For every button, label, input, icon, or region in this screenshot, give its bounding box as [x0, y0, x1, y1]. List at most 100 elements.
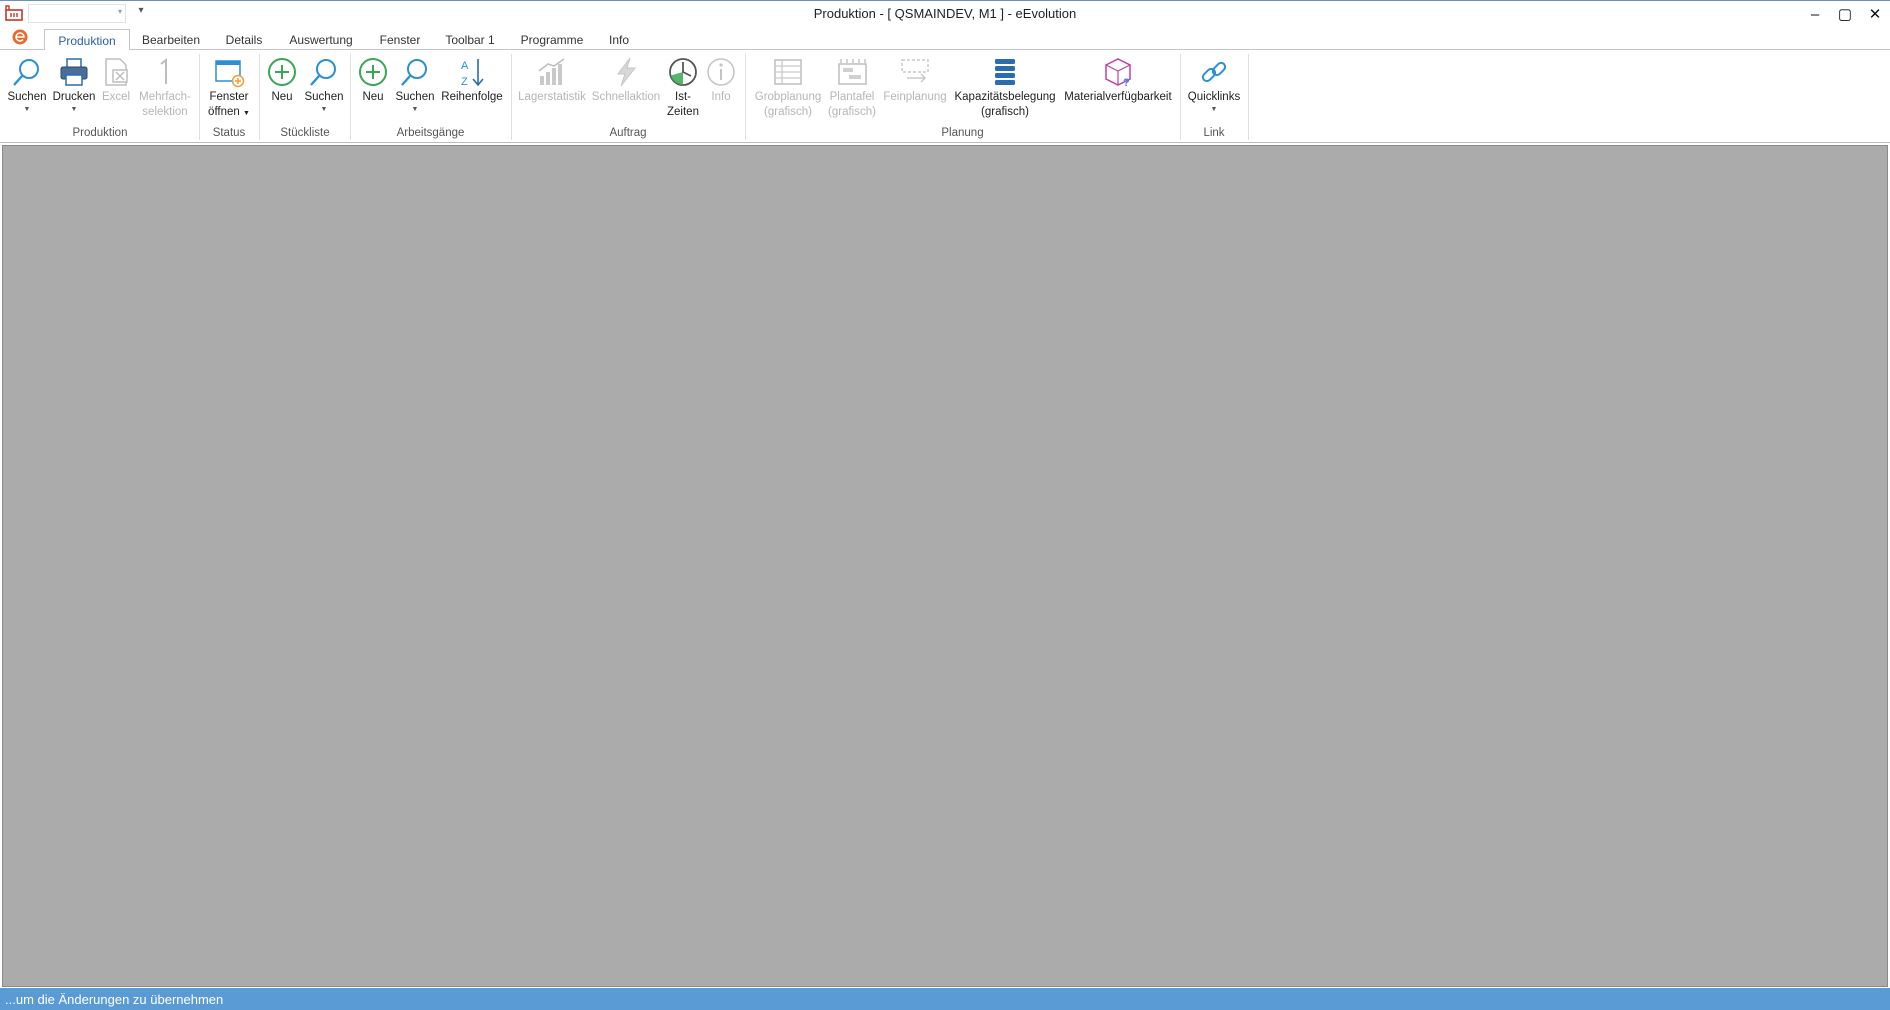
fenster-label-2-row: öffnen ▼ — [203, 105, 255, 121]
fenster-oeffnen-button[interactable]: Fenster öffnen ▼ — [203, 56, 255, 121]
stueckliste-suchen-button[interactable]: Suchen ▼ — [302, 56, 346, 115]
kapazitaetsbelegung-button[interactable]: Kapazitätsbelegung (grafisch) — [952, 56, 1058, 120]
stueckliste-neu-label: Neu — [271, 91, 293, 103]
info-icon — [707, 58, 735, 86]
schnellaktion-button[interactable]: Schnellaktion — [590, 56, 662, 105]
info-button[interactable]: Info — [704, 56, 738, 105]
stueckliste-neu-button[interactable]: Neu — [264, 56, 300, 105]
number-one-icon — [160, 57, 167, 84]
materialverfuegbarkeit-label: Materialverfügbarkeit — [1064, 91, 1172, 103]
info-label: Info — [711, 91, 731, 103]
status-bar: ...um die Änderungen zu übernehmen — [0, 988, 1890, 1010]
mehrfachselektion-label-1: Mehrfach- — [139, 91, 191, 103]
arbeitsgang-neu-button[interactable]: Neu — [355, 56, 391, 105]
grobplanung-button[interactable]: Grobplanung (grafisch) — [750, 56, 826, 120]
tab-info[interactable]: Info — [603, 29, 635, 51]
lagerstatistik-label: Lagerstatistik — [518, 91, 586, 103]
svg-text:Z: Z — [461, 76, 468, 88]
fenster-label-2: öffnen — [208, 106, 240, 118]
excel-icon — [105, 58, 128, 86]
clock-icon — [669, 58, 697, 86]
suchen-label: Suchen — [7, 91, 47, 103]
application-menu-icon[interactable] — [10, 28, 30, 46]
kapazitaetsbelegung-label-1: Kapazitätsbelegung — [954, 91, 1056, 103]
tab-auswertung[interactable]: Auswertung — [285, 29, 357, 51]
feinplanung-button[interactable]: Feinplanung — [880, 56, 950, 105]
schedule-arrow-icon — [901, 59, 929, 83]
search-icon — [310, 59, 336, 86]
group-label-auftrag: Auftrag — [609, 127, 647, 139]
gantt-board-icon — [838, 59, 867, 85]
ribbon: Suchen ▼ Drucken ▼ Excel Mehrfach- selek… — [0, 50, 1890, 143]
chevron-down-icon: ▼ — [23, 106, 31, 113]
chevron-down-icon: ▼ — [1210, 106, 1218, 113]
plantafel-label-2: (grafisch) — [828, 106, 876, 118]
quicklinks-label: Quicklinks — [1187, 91, 1241, 103]
plantafel-button[interactable]: Plantafel (grafisch) — [826, 56, 878, 120]
status-text: ...um die Änderungen zu übernehmen — [5, 992, 224, 1007]
search-icon — [401, 59, 427, 86]
group-label-planung: Planung — [941, 127, 984, 139]
title-bar: ▾ ▾ Produktion - [ QSMAINDEV, M1 ] - eEv… — [0, 0, 1890, 26]
mehrfachselektion-button[interactable]: Mehrfach- selektion — [136, 56, 194, 120]
tab-bearbeiten[interactable]: Bearbeiten — [137, 29, 205, 51]
grobplanung-label-1: Grobplanung — [754, 91, 822, 103]
arbeitsgang-suchen-label: Suchen — [395, 91, 435, 103]
group-label-link: Link — [1203, 127, 1225, 139]
group-label-status: Status — [212, 127, 246, 139]
add-circle-icon — [359, 58, 387, 86]
drucken-label: Drucken — [52, 91, 96, 103]
drucken-button[interactable]: Drucken ▼ — [50, 56, 98, 115]
sort-az-icon: A Z — [461, 59, 484, 88]
ist-zeiten-label-1: Ist- — [675, 91, 691, 103]
maximize-button[interactable]: ▢ — [1830, 1, 1860, 27]
group-label-arbeitsgaenge: Arbeitsgänge — [396, 127, 465, 139]
arbeitsgang-suchen-button[interactable]: Suchen ▼ — [393, 56, 437, 115]
box-question-icon: ? — [1105, 58, 1131, 88]
group-label-produktion: Produktion — [72, 127, 128, 139]
chevron-down-icon: ▼ — [243, 110, 250, 117]
excel-button[interactable]: Excel — [99, 56, 133, 105]
table-icon — [774, 59, 802, 85]
tab-fenster[interactable]: Fenster — [375, 29, 425, 51]
reihenfolge-button[interactable]: A Z Reihenfolge — [439, 56, 505, 105]
add-circle-icon — [268, 58, 296, 86]
group-label-stueckliste: Stückliste — [280, 127, 330, 139]
link-icon — [1201, 61, 1227, 83]
chevron-down-icon: ▼ — [320, 106, 328, 113]
window-title: Produktion - [ QSMAINDEV, M1 ] - eEvolut… — [813, 6, 1077, 21]
reihenfolge-label: Reihenfolge — [441, 91, 503, 103]
tab-toolbar-1[interactable]: Toolbar 1 — [441, 29, 499, 51]
ist-zeiten-label-2: Zeiten — [667, 106, 699, 118]
kapazitaetsbelegung-label-2: (grafisch) — [981, 106, 1029, 118]
ist-zeiten-button[interactable]: Ist- Zeiten — [665, 56, 701, 120]
grobplanung-label-2: (grafisch) — [764, 106, 812, 118]
svg-text:?: ? — [1123, 77, 1130, 88]
quicklinks-button[interactable]: Quicklinks ▼ — [1184, 56, 1244, 115]
close-button[interactable]: ✕ — [1860, 1, 1890, 27]
ribbon-tab-bar: Produktion Bearbeiten Details Auswertung… — [0, 26, 1890, 51]
mdi-workspace — [2, 145, 1888, 987]
arbeitsgang-neu-label: Neu — [362, 91, 384, 103]
printer-icon — [60, 58, 88, 86]
minimize-button[interactable]: – — [1800, 1, 1830, 27]
plantafel-label-1: Plantafel — [829, 91, 875, 103]
stueckliste-suchen-label: Suchen — [304, 91, 344, 103]
chevron-down-icon: ▼ — [70, 106, 78, 113]
tab-programme[interactable]: Programme — [518, 29, 586, 51]
tab-details[interactable]: Details — [220, 29, 268, 51]
suchen-button[interactable]: Suchen ▼ — [4, 56, 50, 115]
lightning-icon — [617, 57, 637, 87]
svg-text:A: A — [461, 60, 469, 72]
materialverfuegbarkeit-button[interactable]: ? Materialverfügbarkeit — [1060, 56, 1176, 105]
search-icon — [13, 59, 39, 86]
new-window-icon — [215, 60, 245, 88]
tab-produktion[interactable]: Produktion — [44, 29, 130, 51]
fenster-label-1: Fenster — [209, 91, 249, 103]
excel-label: Excel — [101, 91, 131, 103]
capacity-stack-icon — [995, 59, 1015, 85]
feinplanung-label: Feinplanung — [883, 91, 947, 103]
schnellaktion-label: Schnellaktion — [591, 91, 661, 103]
lagerstatistik-button[interactable]: Lagerstatistik — [516, 56, 588, 105]
chevron-down-icon: ▼ — [411, 106, 419, 113]
